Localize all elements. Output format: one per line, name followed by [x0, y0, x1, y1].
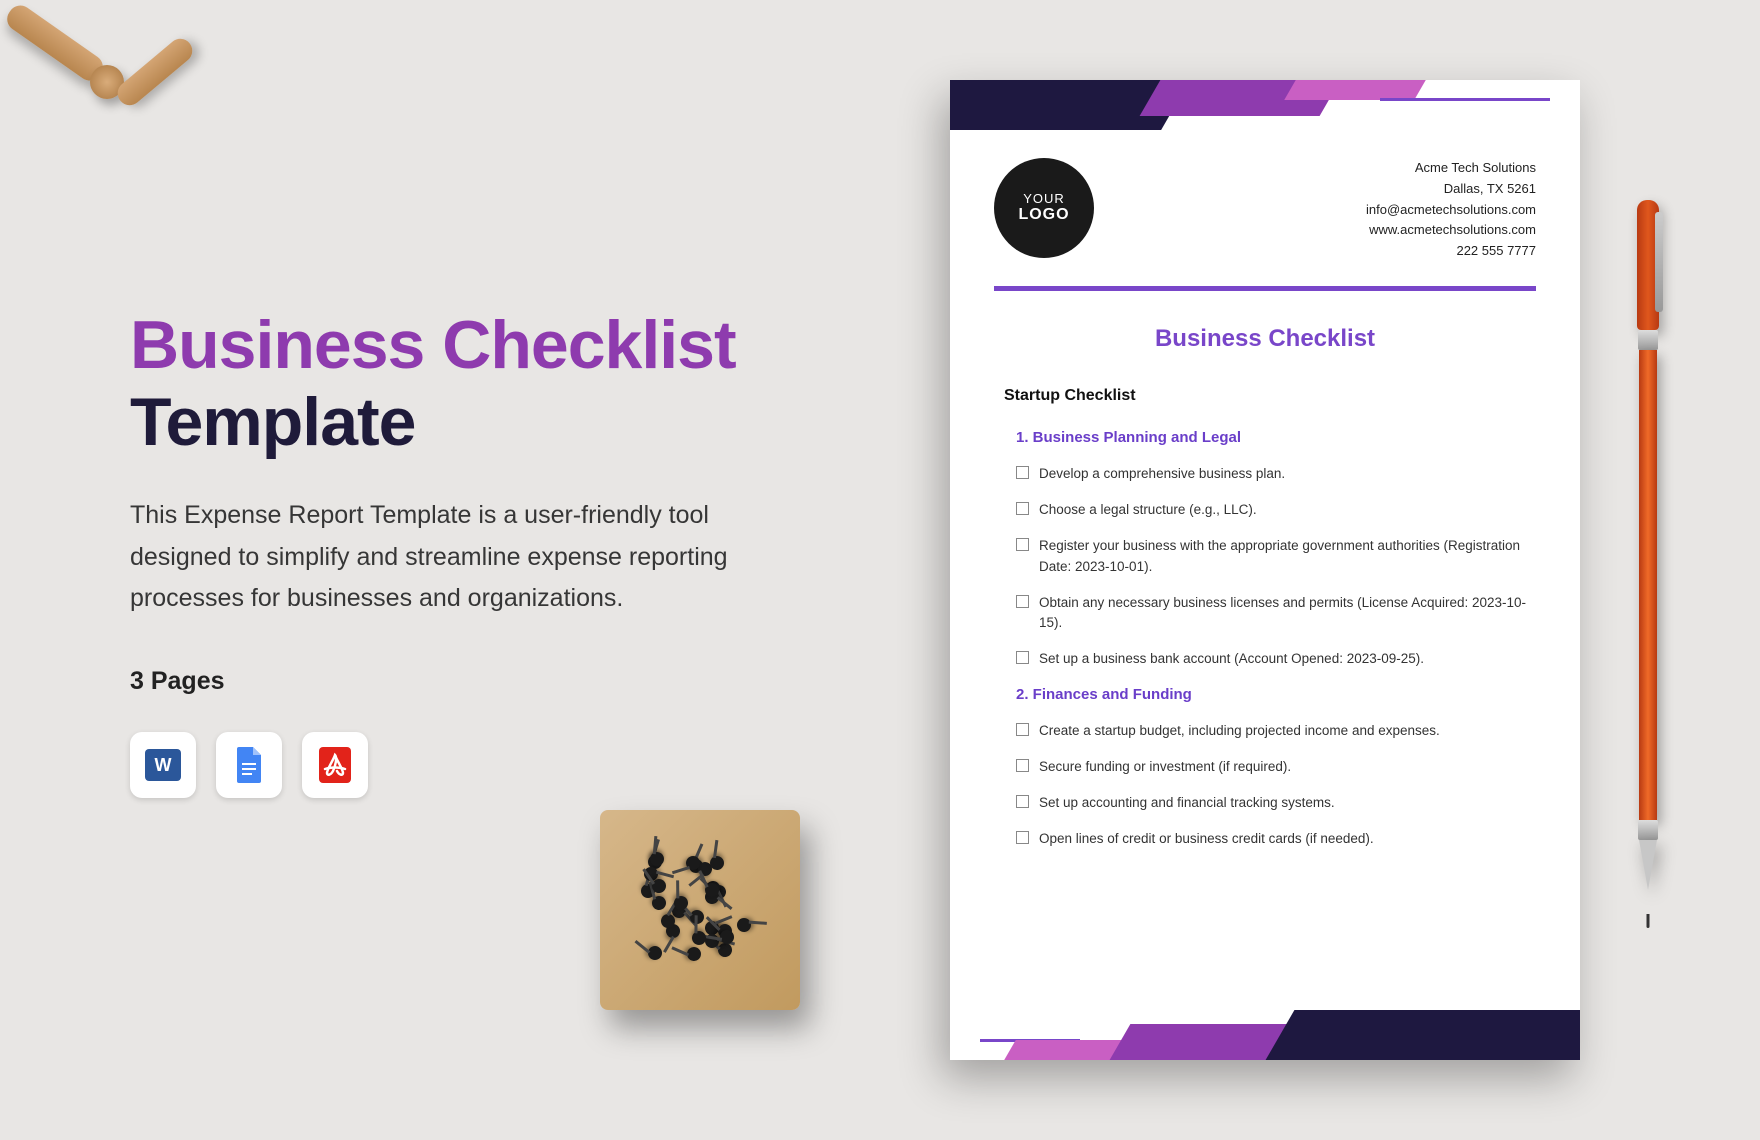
doc-subheading: Startup Checklist	[1004, 387, 1526, 405]
title-line-1: Business Checklist	[130, 310, 770, 381]
promo-canvas: Business Checklist Template This Expense…	[0, 0, 1760, 1140]
svg-text:W: W	[155, 755, 172, 775]
logo-placeholder: YOUR LOGO	[994, 158, 1094, 258]
checklist-item: Register your business with the appropri…	[1016, 536, 1526, 577]
checkbox-icon	[1016, 502, 1029, 515]
company-website: www.acmetechsolutions.com	[1366, 220, 1536, 241]
checkbox-icon	[1016, 795, 1029, 808]
company-name: Acme Tech Solutions	[1366, 158, 1536, 179]
checklist-item-text: Set up accounting and financial tracking…	[1039, 793, 1335, 813]
checkbox-icon	[1016, 723, 1029, 736]
checklist-item: Obtain any necessary business licenses a…	[1016, 593, 1526, 634]
logo-text-1: YOUR	[1023, 192, 1065, 206]
checklist-item: Develop a comprehensive business plan.	[1016, 464, 1526, 484]
document-preview: YOUR LOGO Acme Tech Solutions Dallas, TX…	[950, 80, 1580, 1060]
checklist-item-text: Register your business with the appropri…	[1039, 536, 1526, 577]
doc-title: Business Checklist	[1004, 325, 1526, 353]
checkbox-icon	[1016, 759, 1029, 772]
checklist-item-text: Obtain any necessary business licenses a…	[1039, 593, 1526, 634]
doc-footer-stripe	[950, 1010, 1580, 1060]
company-email: info@acmetechsolutions.com	[1366, 200, 1536, 221]
pushpin-block-decor	[600, 810, 820, 1030]
checklist-item-text: Open lines of credit or business credit …	[1039, 829, 1374, 849]
checkbox-icon	[1016, 466, 1029, 479]
checkbox-icon	[1016, 595, 1029, 608]
company-info: Acme Tech Solutions Dallas, TX 5261 info…	[1366, 158, 1536, 262]
description-text: This Expense Report Template is a user-f…	[130, 495, 770, 619]
checkbox-icon	[1016, 831, 1029, 844]
section-heading: 1. Business Planning and Legal	[1016, 429, 1526, 446]
doc-header-stripe	[950, 80, 1580, 130]
checkbox-icon	[1016, 538, 1029, 551]
checklist-item-text: Secure funding or investment (if require…	[1039, 757, 1291, 777]
checkbox-icon	[1016, 651, 1029, 664]
checklist-item: Create a startup budget, including proje…	[1016, 721, 1526, 741]
format-icons-row: W	[130, 732, 770, 798]
checklist-item-text: Create a startup budget, including proje…	[1039, 721, 1440, 741]
company-city: Dallas, TX 5261	[1366, 179, 1536, 200]
wooden-mannequin-decor	[0, 0, 220, 210]
checklist-item-text: Set up a business bank account (Account …	[1039, 649, 1424, 669]
section-heading: 2. Finances and Funding	[1016, 686, 1526, 703]
title-line-2: Template	[130, 383, 770, 461]
page-count-label: 3 Pages	[130, 667, 770, 696]
checklist-item: Secure funding or investment (if require…	[1016, 757, 1526, 777]
checklist-item: Set up a business bank account (Account …	[1016, 649, 1526, 669]
checklist-item: Choose a legal structure (e.g., LLC).	[1016, 500, 1526, 520]
word-icon: W	[130, 732, 196, 798]
doc-sections: 1. Business Planning and Legal Develop a …	[1004, 429, 1526, 850]
checklist-item-text: Choose a legal structure (e.g., LLC).	[1039, 500, 1257, 520]
logo-text-2: LOGO	[1018, 206, 1069, 224]
company-phone: 222 555 7777	[1366, 241, 1536, 262]
checklist-item-text: Develop a comprehensive business plan.	[1039, 464, 1285, 484]
checklist-item: Open lines of credit or business credit …	[1016, 829, 1526, 849]
text-column: Business Checklist Template This Expense…	[130, 310, 770, 798]
google-docs-icon	[216, 732, 282, 798]
checklist-item: Set up accounting and financial tracking…	[1016, 793, 1526, 813]
pdf-icon	[302, 732, 368, 798]
pen-decor	[1636, 200, 1660, 920]
